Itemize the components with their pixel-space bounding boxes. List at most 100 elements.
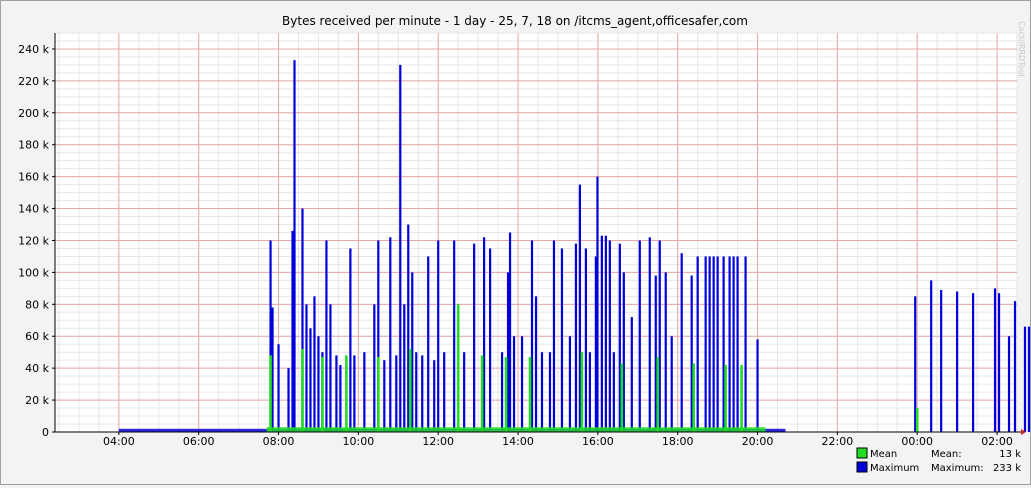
data-point-bar <box>696 256 699 432</box>
data-point-bar <box>534 296 538 432</box>
chart-svg: Bytes received per minute - 1 day - 25, … <box>18 14 1031 474</box>
data-point-bar <box>670 336 673 432</box>
y-tick-label: 80 k <box>25 298 49 311</box>
y-tick-label: 120 k <box>18 234 49 247</box>
data-point-bar <box>339 364 342 432</box>
y-tick-label: 0 <box>42 426 49 439</box>
data-point-bar <box>345 355 348 432</box>
data-point-bar <box>349 248 352 432</box>
data-point-bar <box>313 296 316 432</box>
x-tick-label: 02:00 <box>981 435 1013 448</box>
data-point-bar <box>512 336 516 432</box>
y-tick-label: 160 k <box>18 171 49 184</box>
data-point-bar <box>552 240 556 432</box>
data-point-bar <box>325 240 328 432</box>
data-point-bar <box>473 243 476 432</box>
data-point-bar <box>584 248 587 432</box>
x-tick-label: 06:00 <box>183 435 215 448</box>
data-point-bar <box>329 304 332 432</box>
data-point-bar <box>604 235 607 432</box>
data-point-bar <box>540 352 544 432</box>
data-point-bar <box>321 356 324 432</box>
data-point-bar <box>630 317 633 432</box>
legend-swatch <box>856 461 868 473</box>
data-point-bar <box>399 64 402 433</box>
data-point-bar <box>997 293 1001 432</box>
data-point-bar <box>993 288 997 432</box>
chart-frame: Bytes received per minute - 1 day - 25, … <box>0 0 1031 485</box>
data-point-bar <box>287 368 290 432</box>
data-point-bar <box>504 356 508 432</box>
data-point-bar <box>1007 336 1011 432</box>
data-point-bar <box>291 230 294 432</box>
data-point-bar <box>956 291 959 432</box>
data-point-bar <box>940 289 943 432</box>
data-point-bar <box>508 232 512 432</box>
y-tick-label: 180 k <box>18 139 49 152</box>
data-point-bar <box>363 352 366 432</box>
chart-watermark: Cacti/RRDTool <box>1017 21 1026 77</box>
x-tick-label: 20:00 <box>742 435 774 448</box>
data-point-bar <box>421 355 424 432</box>
data-point-bar <box>756 339 759 432</box>
y-tick-label: 220 k <box>18 75 49 88</box>
data-point-bar <box>305 304 308 432</box>
data-point-bar <box>433 360 436 432</box>
data-point-bar <box>415 352 418 432</box>
data-point-bar <box>383 360 386 432</box>
x-tick-label: 00:00 <box>901 435 933 448</box>
y-tick-label: 100 k <box>18 266 49 279</box>
data-point-bar <box>712 256 715 432</box>
data-point-bar <box>453 240 456 432</box>
data-point-bar <box>403 304 406 432</box>
data-point-bar <box>744 256 747 432</box>
data-point-bar <box>728 256 731 432</box>
data-point-bar <box>377 356 380 432</box>
data-point-bar <box>704 256 707 432</box>
data-point-bar <box>732 256 735 432</box>
data-point-bar <box>353 355 356 432</box>
data-point-bar <box>1027 326 1031 432</box>
data-point-bar <box>480 355 484 432</box>
y-tick-label: 140 k <box>18 203 49 216</box>
x-tick-label: 08:00 <box>263 435 295 448</box>
data-point-bar <box>664 272 667 432</box>
data-point-bar <box>301 349 304 432</box>
data-point-bar <box>740 364 743 432</box>
y-tick-label: 60 k <box>25 330 49 343</box>
chart-title: Bytes received per minute - 1 day - 25, … <box>282 14 748 28</box>
legend-stat-value: 233 k <box>993 463 1021 474</box>
data-point-bar <box>648 237 651 432</box>
data-point-bar <box>608 240 611 432</box>
data-point-bar <box>528 356 532 432</box>
data-point-bar <box>488 248 492 432</box>
data-point-bar <box>574 243 578 432</box>
data-point-bar <box>500 352 504 432</box>
legend-item-maximum: Maximum Maximum: 233 k <box>856 461 1021 474</box>
data-point-bar <box>408 349 412 432</box>
data-point-bar <box>680 253 683 432</box>
data-point-bar <box>293 60 296 433</box>
data-point-bar <box>309 328 312 432</box>
data-point-bar <box>580 352 584 432</box>
legend: Mean Mean: 13 k Maximum Maximum: 233 k <box>856 447 1021 474</box>
x-tick-label: 10:00 <box>343 435 375 448</box>
y-tick-label: 200 k <box>18 107 49 120</box>
y-tick-label: 240 k <box>18 43 49 56</box>
data-point-bar <box>456 304 460 432</box>
data-point-bar <box>568 336 572 432</box>
data-point-bar <box>915 408 919 432</box>
legend-stat-value: 13 k <box>999 449 1021 460</box>
data-point-bar <box>1023 326 1027 432</box>
x-tick-label: 22:00 <box>822 435 854 448</box>
data-point-bar <box>389 237 392 432</box>
x-tick-label: 04:00 <box>103 435 135 448</box>
data-point-bar <box>548 352 552 432</box>
data-point-bar <box>317 336 320 432</box>
data-point-bar <box>736 256 739 432</box>
data-point-bar <box>335 355 338 432</box>
legend-stat-label: Mean: <box>931 449 962 460</box>
data-point-bar <box>269 355 272 432</box>
x-tick-label: 16:00 <box>582 435 614 448</box>
data-point-bar <box>724 364 727 432</box>
